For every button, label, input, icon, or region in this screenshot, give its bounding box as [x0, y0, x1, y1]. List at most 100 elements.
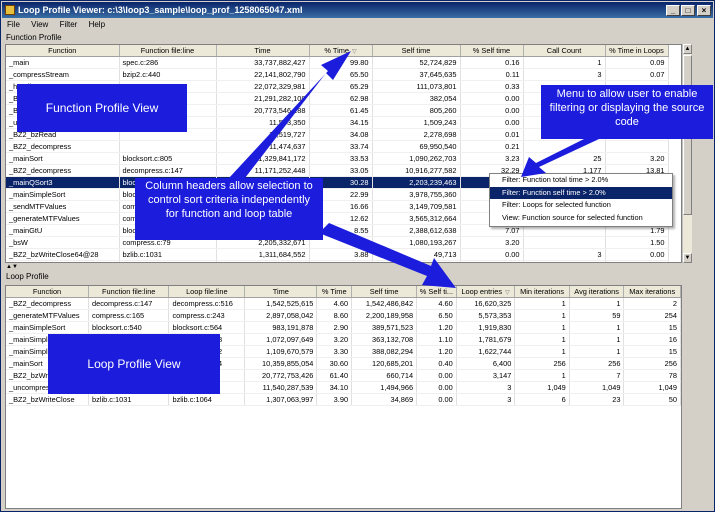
scroll-up-button[interactable]: ▲ — [683, 44, 692, 54]
menu-view[interactable]: View — [31, 18, 48, 31]
column-header[interactable]: Function — [6, 45, 120, 57]
table-cell: 1 — [523, 56, 606, 69]
table-row[interactable]: _BZ2_decompress decompress.c:147 decompres… — [6, 297, 681, 310]
column-header[interactable]: Function file:line — [119, 45, 217, 57]
table-row[interactable]: _mainSimpleSortblocksort.c:540blocksort.… — [6, 321, 681, 334]
column-header[interactable]: Call Count — [523, 45, 606, 57]
maximize-button[interactable]: □ — [681, 5, 695, 16]
table-cell: 0.01 — [460, 128, 524, 141]
column-header[interactable]: % Time — [316, 286, 353, 298]
table-cell: bzlib.c:1064 — [168, 393, 246, 406]
menu-item-filter-total-time[interactable]: Filter: Function total time > 2.0% — [490, 174, 672, 187]
table-cell: 2.90 — [316, 321, 353, 334]
column-header[interactable]: Time — [244, 286, 318, 298]
table-cell: 667,041,514 — [372, 260, 461, 262]
minimize-button[interactable]: _ — [666, 5, 680, 16]
table-row[interactable]: _main spec.c:286 33,737,882,427 99.80 52,724… — [6, 56, 669, 69]
column-header[interactable]: Avg iterations — [569, 286, 625, 298]
loop-profile-table[interactable]: Function Function file:line Loop file:line… — [5, 285, 682, 509]
table-cell: 33.53 — [309, 152, 373, 165]
column-header[interactable]: % Time in Loops — [605, 45, 669, 57]
sort-indicator-icon: ▽ — [505, 289, 510, 296]
table-cell: _mainSort — [6, 152, 120, 165]
column-header[interactable]: Loop file:line — [168, 286, 246, 298]
title-bar[interactable]: Loop Profile Viewer: c:\3\loop3_sample\l… — [2, 2, 713, 18]
menu-bar: File View Filter Help — [2, 18, 713, 31]
column-header[interactable]: % Self ti... — [416, 286, 457, 298]
table-cell: 0.00 — [416, 369, 457, 382]
table-cell: 33,737,882,427 — [216, 56, 310, 69]
menu-filter[interactable]: Filter — [60, 18, 78, 31]
column-header-label: Loop entries — [461, 286, 503, 296]
table-row[interactable]: _bsW compress.c:79 2,205,332,671 6.52 1,080,… — [6, 236, 669, 249]
column-header-label: % Time in Loops — [609, 45, 664, 55]
table-cell: 15 — [623, 345, 681, 358]
table-cell: 1 — [569, 345, 625, 358]
table-cell: blocksort.c:564 — [168, 321, 246, 334]
table-cell: 20,772,753,426 — [244, 369, 318, 382]
column-header[interactable]: Function file:line — [88, 286, 170, 298]
table-cell: 49,713 — [372, 248, 461, 261]
table-cell: 10,916,277,582 — [372, 164, 461, 177]
menu-help[interactable]: Help — [89, 18, 105, 31]
table-cell: 0.33 — [460, 80, 524, 93]
menu-item-filter-self-time[interactable]: Filter: Function self time > 2.0% — [490, 186, 672, 199]
column-header[interactable]: Min iterations — [514, 286, 570, 298]
table-cell: 11,519,727 — [216, 128, 310, 141]
table-cell: 3,978,755,360 — [372, 188, 461, 201]
table-cell: 0.09 — [605, 56, 669, 69]
table-row[interactable]: _BZ2_decompress 11,474,637 33.74 69,950,540… — [6, 140, 669, 153]
table-cell: 0.40 — [416, 357, 457, 370]
column-header[interactable]: Max iterations — [623, 286, 681, 298]
table-cell: 0.00 — [460, 104, 524, 117]
table-cell: bzlib.c:1031 — [119, 248, 217, 261]
column-header[interactable]: % Time ▽ — [309, 45, 373, 57]
table-cell: 25 — [523, 152, 606, 165]
table-cell: bzip2.c:440 — [119, 68, 217, 81]
table-cell: _mainGtU — [6, 224, 120, 237]
table-cell: bzlib.c:347 — [119, 260, 217, 262]
column-header[interactable]: Self time — [351, 286, 418, 298]
table-cell: _generateMTFValues — [6, 309, 89, 322]
column-header-label: % Time — [324, 45, 349, 55]
column-header[interactable]: Time — [216, 45, 310, 57]
table-row[interactable]: _BZ2_bzWriteClose bzlib.c:1031 bzlib.c:106… — [6, 393, 681, 406]
table-cell: 99.80 — [309, 56, 373, 69]
table-cell: 2,200,189,958 — [351, 309, 418, 322]
function-profile-table[interactable]: Function Function file:line Time % Time ▽ Sel… — [5, 44, 682, 263]
column-header-label: Avg iterations — [574, 286, 619, 296]
column-header[interactable]: Self time — [372, 45, 461, 57]
table-cell: blocksort.c:540 — [88, 321, 170, 334]
table-cell: 1 — [514, 345, 570, 358]
table-cell: 0.11 — [460, 68, 524, 81]
table-cell: 1.20 — [416, 321, 457, 334]
table-cell: 37,645,635 — [372, 68, 461, 81]
close-button[interactable]: × — [697, 5, 711, 16]
column-header[interactable]: % Self time — [460, 45, 524, 57]
table-cell: 0.00 — [460, 92, 524, 105]
table-row[interactable]: _mainSort blocksort.c:805 11,329,841,172 33… — [6, 152, 669, 165]
table-cell: _BZ2_decompress — [6, 164, 120, 177]
scroll-down-button[interactable]: ▼ — [683, 253, 692, 263]
table-row[interactable]: _copy_input_until_stopbzlib.c:347668,863… — [6, 260, 669, 262]
table-cell: 668,863,836 — [216, 260, 310, 262]
table-cell: 1,542,525,615 — [244, 297, 318, 310]
table-cell: 363,132,708 — [351, 333, 418, 346]
panel-splitter[interactable]: ▲▼ — [2, 264, 713, 270]
function-table-scrollbar[interactable]: ▲ ▼ — [682, 44, 692, 263]
table-cell: _mainQSort3 — [6, 176, 120, 189]
column-header[interactable]: Function — [6, 286, 89, 298]
table-row[interactable]: _generateMTFValues compress.c:165 compress… — [6, 309, 681, 322]
table-cell: 62.98 — [309, 92, 373, 105]
application-window: Loop Profile Viewer: c:\3\loop3_sample\l… — [0, 0, 715, 512]
table-row[interactable]: _BZ2_bzWriteClose64@28 bzlib.c:1031 1,311,… — [6, 248, 669, 261]
table-cell: 1,049 — [569, 381, 625, 394]
table-row[interactable]: _compressStream bzip2.c:440 22,141,802,790… — [6, 68, 669, 81]
menu-item-view-source[interactable]: View: Function source for selected funct… — [490, 212, 672, 225]
menu-item-filter-loops[interactable]: Filter: Loops for selected function — [490, 199, 672, 212]
table-cell: blocksort.c:805 — [119, 152, 217, 165]
table-cell: 256 — [623, 357, 681, 370]
table-cell: 3.20 — [605, 152, 669, 165]
menu-file[interactable]: File — [7, 18, 20, 31]
column-header[interactable]: Loop entries ▽ — [456, 286, 516, 298]
